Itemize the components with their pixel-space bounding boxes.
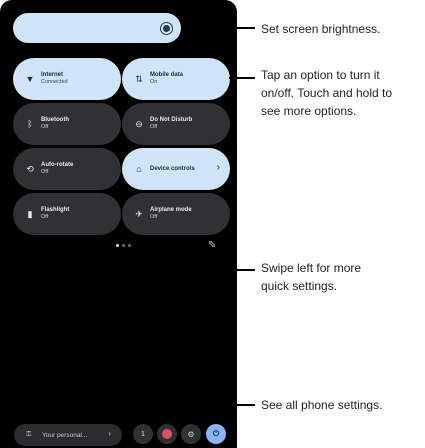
settings-gear-icon[interactable]: ⚙ xyxy=(181,424,201,444)
tile-airplane-mode[interactable]: ✈ Airplane mode Off xyxy=(122,193,230,235)
callout-swipe-line-1: Swipe left for more xyxy=(261,261,362,275)
rotate-icon: ⟲ xyxy=(26,164,34,174)
tile-label: Flashlight xyxy=(41,207,70,213)
tile-mobile-data[interactable]: ⇅ Mobile data On xyxy=(122,58,230,100)
tile-label: Device controls xyxy=(150,165,195,172)
chevron-right-icon: › xyxy=(108,429,111,438)
edit-pencil-icon[interactable]: ✎ xyxy=(208,240,216,252)
callout-tap-line-2: on/off. Touch and hold to xyxy=(261,86,392,100)
page-indicator[interactable] xyxy=(116,244,131,247)
callout-line-swipe-vertical xyxy=(120,250,122,271)
tile-label: Bluetooth xyxy=(41,117,69,123)
callout-line-settings xyxy=(190,404,255,406)
tile-state: Connected xyxy=(41,79,68,85)
tile-device-controls[interactable]: ⌂ Device controls › xyxy=(122,148,230,190)
callout-tap-line-1: Tap an option to turn it xyxy=(261,68,380,82)
tile-state: Off xyxy=(150,214,158,220)
bluetooth-icon: ᛒ xyxy=(27,119,33,129)
brightness-slider[interactable] xyxy=(13,13,181,43)
power-icon[interactable]: ⏻ xyxy=(206,424,226,444)
tile-label: Internet xyxy=(41,72,64,78)
dnd-icon: ⊖ xyxy=(135,119,143,129)
tile-bluetooth[interactable]: ᛒ Bluetooth Off xyxy=(13,103,121,145)
callout-tap-line-3: see more options. xyxy=(261,104,357,118)
chevron-right-icon: › xyxy=(216,162,220,173)
tile-label: Airplane mode xyxy=(150,207,192,213)
avatar[interactable] xyxy=(157,424,177,444)
callout-swipe-line-2: quick settings. xyxy=(261,279,338,293)
tile-label: Auto-rotate xyxy=(41,162,74,168)
callout-line-tap xyxy=(229,77,255,79)
user-badge: 1 xyxy=(141,430,145,438)
airplane-icon: ✈ xyxy=(135,209,143,219)
tile-do-not-disturb[interactable]: ⊖ Do Not Disturb Off xyxy=(122,103,230,145)
tile-state: Off xyxy=(41,214,49,220)
page-dot xyxy=(122,244,125,247)
tile-state: On xyxy=(150,79,158,85)
flashlight-icon: ▮ xyxy=(27,209,33,219)
page-dot xyxy=(116,244,119,247)
key-icon: ⚿ xyxy=(26,431,32,438)
tile-flashlight[interactable]: ▮ Flashlight Off xyxy=(13,193,121,235)
tile-state: Off xyxy=(41,124,49,130)
tile-label: Do Not Disturb xyxy=(150,117,193,123)
quick-settings-panel: ▼ Internet Connected ⇅ Mobile data On ᛒ … xyxy=(0,0,237,448)
mobile-data-icon: ⇅ xyxy=(135,74,143,84)
callout-line-settings-vertical xyxy=(190,404,192,422)
page-dot xyxy=(128,244,131,247)
tile-label: Mobile data xyxy=(150,72,184,78)
tile-state: Off xyxy=(150,124,158,130)
callout-brightness: Set screen brightness. xyxy=(261,22,381,36)
user-switch-button[interactable]: 1 xyxy=(133,424,153,444)
tile-internet[interactable]: ▼ Internet Connected xyxy=(13,58,121,100)
wifi-icon: ▼ xyxy=(25,74,35,84)
security-pill-label: Your personal... xyxy=(42,431,88,439)
security-pill[interactable]: ⚿ Your personal... › xyxy=(14,424,122,446)
home-icon: ⌂ xyxy=(136,164,142,174)
tile-auto-rotate[interactable]: ⟲ Auto-rotate Off xyxy=(13,148,121,190)
tile-state: Off xyxy=(41,169,49,175)
callout-line-brightness xyxy=(181,27,255,29)
callout-line-swipe xyxy=(120,269,255,271)
callout-settings: See all phone settings. xyxy=(261,398,383,412)
brightness-icon[interactable] xyxy=(159,21,173,35)
